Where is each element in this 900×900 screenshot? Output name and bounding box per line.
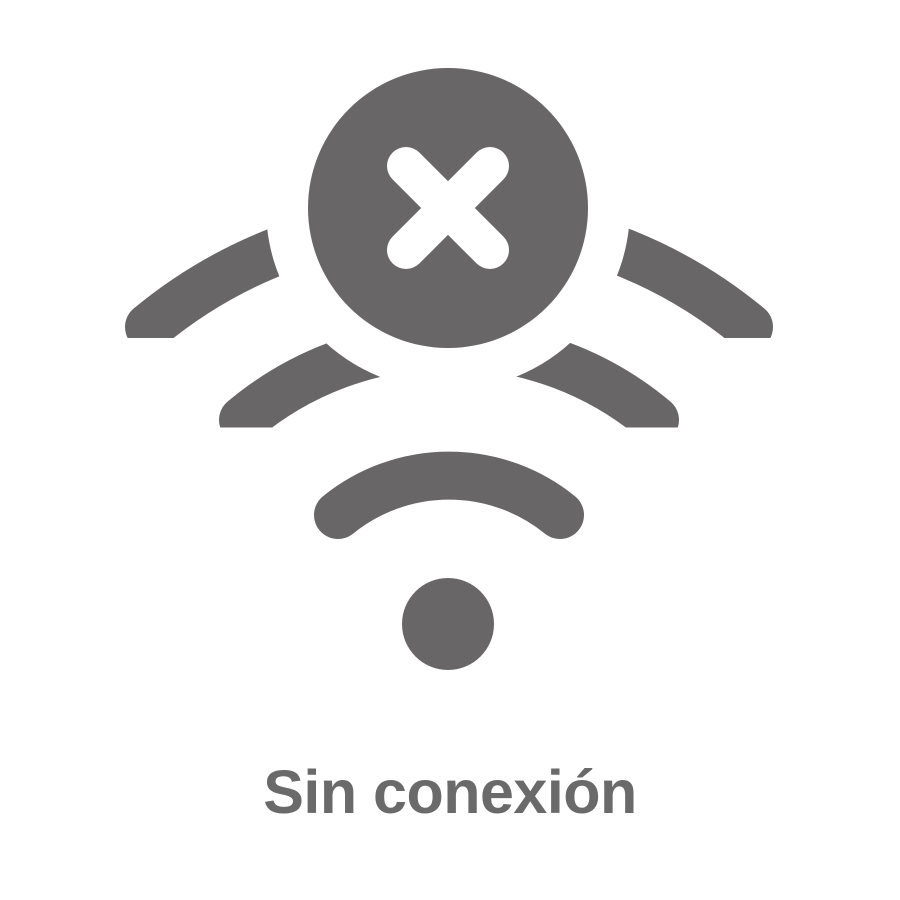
error-badge xyxy=(308,68,588,348)
wifi-dot xyxy=(402,578,494,670)
wifi-inner-arc xyxy=(314,451,584,539)
offline-screen: Sin conexión xyxy=(0,0,900,900)
wifi-middle-arc xyxy=(219,320,679,444)
status-label: Sin conexión xyxy=(263,758,637,826)
wifi-off-icon xyxy=(125,68,773,670)
